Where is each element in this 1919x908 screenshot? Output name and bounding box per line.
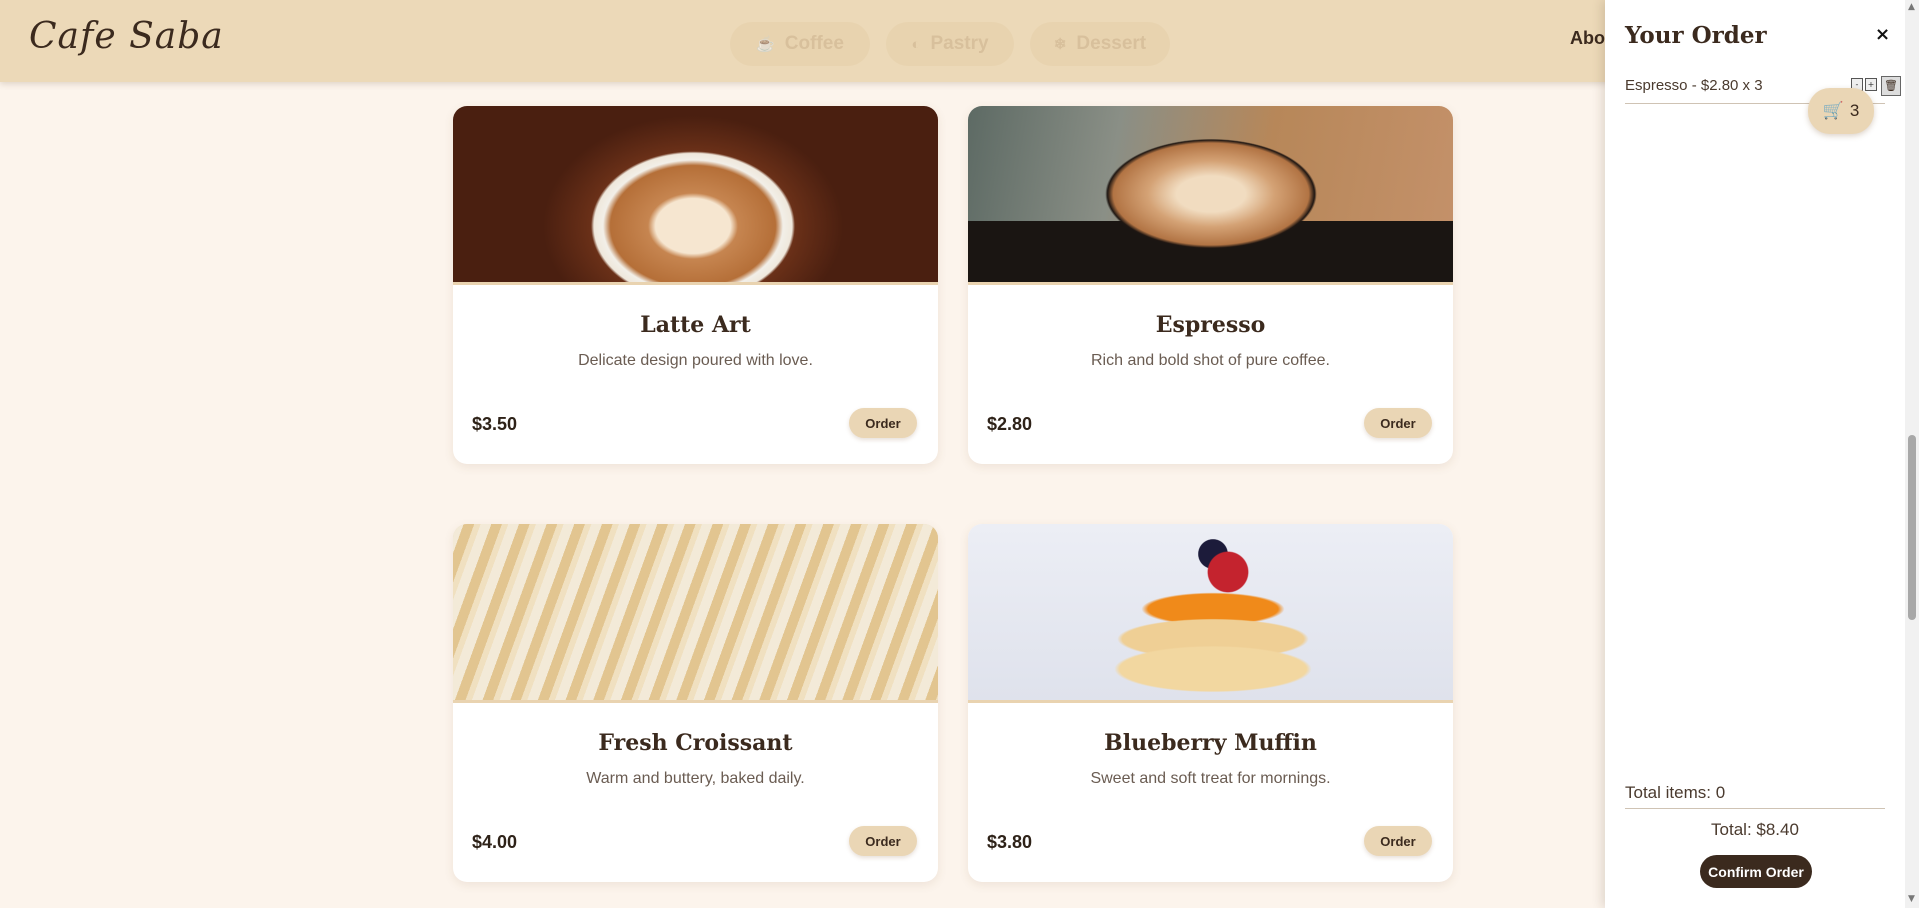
product-price: $2.80: [987, 414, 1033, 434]
product-card: Blueberry Muffin Sweet and soft treat fo…: [968, 524, 1453, 882]
order-sidebar: Your Order × Espresso - $2.80 x 3 - + 🗑 …: [1605, 0, 1905, 908]
close-icon[interactable]: ×: [1875, 24, 1890, 45]
trash-icon[interactable]: 🗑: [1881, 76, 1901, 96]
tab-dessert[interactable]: ❄ Dessert: [1030, 22, 1170, 66]
card-divider: [453, 700, 938, 703]
order-button[interactable]: Order: [849, 826, 917, 856]
card-divider: [968, 700, 1453, 703]
scroll-thumb[interactable]: [1908, 435, 1916, 620]
product-card: Fresh Croissant Warm and buttery, baked …: [453, 524, 938, 882]
order-total: Total: $8.40: [1711, 820, 1799, 839]
order-button[interactable]: Order: [849, 408, 917, 438]
product-description: Sweet and soft treat for mornings.: [1090, 770, 1331, 787]
order-panel-title: Your Order: [1625, 22, 1767, 49]
scroll-up-icon[interactable]: ▲: [1908, 2, 1915, 12]
order-item-text: Espresso - $2.80 x 3: [1625, 77, 1763, 94]
product-price: $3.50: [472, 414, 518, 434]
tab-coffee-label: Coffee: [784, 33, 844, 54]
product-price: $4.00: [472, 832, 518, 852]
espresso-image: [968, 106, 1453, 282]
cart-icon: 🛒: [1822, 101, 1844, 120]
tab-coffee[interactable]: ☕ Coffee: [730, 22, 870, 66]
total-items: Total items: 0: [1625, 783, 1885, 809]
product-title: Fresh Croissant: [598, 730, 793, 756]
page-scrollbar[interactable]: ▲ ▼: [1905, 0, 1919, 908]
tab-pastry[interactable]: ◐ Pastry: [886, 22, 1014, 66]
product-title: Blueberry Muffin: [1104, 730, 1317, 756]
increase-quantity-button[interactable]: +: [1865, 78, 1877, 91]
croissant-image: [453, 524, 938, 700]
product-description: Rich and bold shot of pure coffee.: [1091, 352, 1330, 369]
tab-dessert-label: Dessert: [1076, 33, 1147, 54]
confirm-order-button[interactable]: Confirm Order: [1700, 855, 1812, 888]
product-card: Latte Art Delicate design poured with lo…: [453, 106, 938, 464]
latte-art-image: [453, 106, 938, 282]
cart-badge[interactable]: 🛒 3: [1808, 88, 1874, 134]
tab-pastry-label: Pastry: [930, 33, 989, 54]
product-title: Latte Art: [640, 312, 751, 338]
coffee-icon: ☕: [756, 36, 775, 53]
card-divider: [968, 282, 1453, 285]
card-divider: [453, 282, 938, 285]
dessert-icon: ❄: [1053, 36, 1067, 53]
cart-count: 3: [1849, 101, 1860, 120]
product-card: Espresso Rich and bold shot of pure coff…: [968, 106, 1453, 464]
product-price: $3.80: [987, 832, 1033, 852]
scroll-down-icon[interactable]: ▼: [1908, 894, 1915, 904]
product-description: Delicate design poured with love.: [578, 352, 813, 369]
order-button[interactable]: Order: [1364, 826, 1432, 856]
pastry-icon: ◐: [911, 35, 921, 53]
product-description: Warm and buttery, baked daily.: [586, 770, 805, 787]
site-logo[interactable]: Cafe Saba: [29, 16, 224, 57]
product-title: Espresso: [1155, 312, 1266, 338]
blueberry-muffin-image: [968, 524, 1453, 700]
order-button[interactable]: Order: [1364, 408, 1432, 438]
